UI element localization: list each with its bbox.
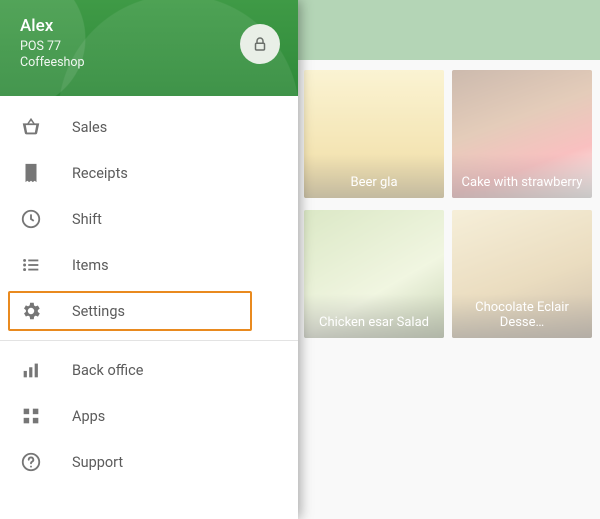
apps-icon — [20, 405, 42, 427]
lock-button[interactable] — [240, 24, 280, 64]
menu-label: Receipts — [72, 165, 128, 182]
selection-highlight — [8, 291, 252, 331]
menu-label: Support — [72, 454, 123, 471]
menu-item-receipts[interactable]: Receipts — [0, 150, 298, 196]
nav-drawer: Alex POS 77 Coffeeshop Sales Receipts — [0, 0, 298, 519]
menu-item-sales[interactable]: Sales — [0, 104, 298, 150]
menu-item-apps[interactable]: Apps — [0, 393, 298, 439]
receipt-icon — [20, 162, 42, 184]
drawer-header: Alex POS 77 Coffeeshop — [0, 0, 298, 96]
menu-label: Back office — [72, 362, 143, 379]
help-icon — [20, 451, 42, 473]
menu-divider — [0, 340, 298, 341]
menu-item-items[interactable]: Items — [0, 242, 298, 288]
menu-item-back-office[interactable]: Back office — [0, 347, 298, 393]
drawer-menu: Sales Receipts Shift Items — [0, 96, 298, 485]
clock-icon — [20, 208, 42, 230]
menu-item-settings[interactable]: Settings — [0, 288, 298, 334]
gear-icon — [20, 300, 42, 322]
menu-label: Shift — [72, 211, 102, 228]
user-name: Alex — [20, 16, 278, 36]
menu-label: Sales — [72, 119, 107, 136]
list-icon — [20, 254, 42, 276]
menu-label: Items — [72, 257, 109, 274]
basket-icon — [20, 116, 42, 138]
menu-label: Apps — [72, 408, 105, 425]
menu-item-support[interactable]: Support — [0, 439, 298, 485]
menu-item-shift[interactable]: Shift — [0, 196, 298, 242]
menu-label: Settings — [72, 303, 125, 320]
chart-icon — [20, 359, 42, 381]
lock-icon — [251, 35, 269, 53]
store-name: Coffeeshop — [20, 55, 278, 71]
